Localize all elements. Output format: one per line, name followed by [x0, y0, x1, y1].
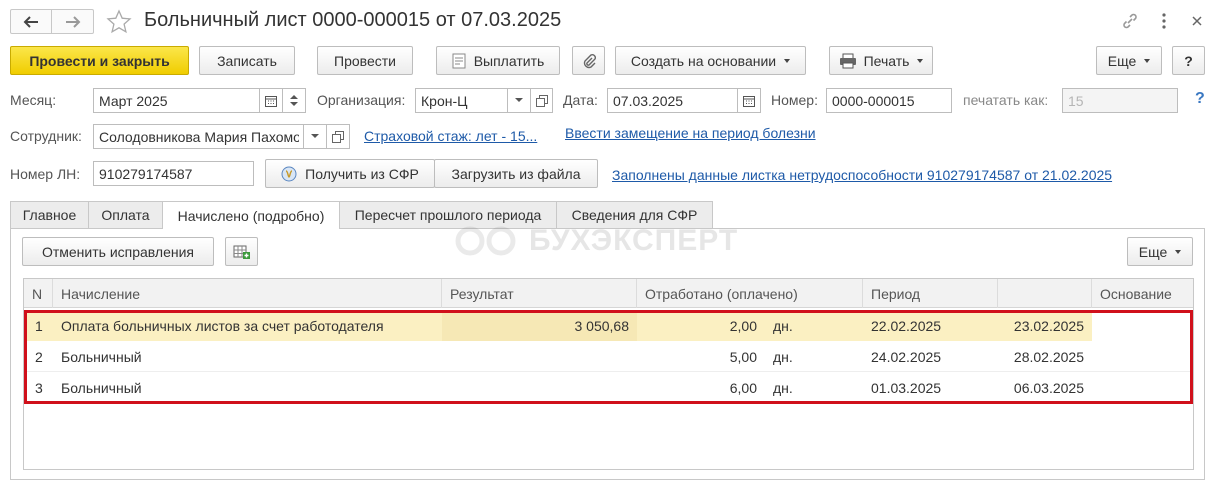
tab-main[interactable]: Главное [10, 201, 89, 228]
date-field[interactable]: 07.03.2025 [607, 88, 738, 113]
panel-more-button[interactable]: Еще [1127, 237, 1193, 266]
arrow-right-icon [65, 15, 80, 28]
post-button[interactable]: Провести [317, 46, 413, 75]
more-button[interactable]: Еще [1096, 46, 1162, 75]
row-2-n: 2 [35, 348, 43, 365]
sfr-emblem-icon [281, 166, 297, 181]
row-1-result: 3 050,68 [574, 317, 630, 334]
save-button[interactable]: Записать [199, 46, 295, 75]
organization-dropdown-button[interactable] [507, 88, 531, 113]
more-vertical-icon[interactable] [1160, 12, 1168, 30]
open-window-icon [535, 94, 548, 107]
watermark-logo-icon [455, 226, 516, 256]
substitute-link[interactable]: Ввести замещение на период болезни [565, 125, 816, 141]
arrow-left-icon [23, 15, 38, 28]
row-1-from: 22.02.2025 [871, 317, 942, 334]
create-based-on-button[interactable]: Создать на основании [615, 46, 806, 75]
number-label: Номер: [771, 92, 818, 108]
row-3-n: 3 [35, 379, 43, 396]
row-3-from: 01.03.2025 [871, 379, 942, 396]
employee-field[interactable]: Солодовникова Мария Пахомовна [93, 124, 304, 149]
ln-number-field[interactable]: 910279174587 [93, 161, 254, 186]
column-header-accrual[interactable]: Начисление [53, 279, 442, 308]
calendar-icon [265, 95, 277, 107]
row-1-n: 1 [35, 317, 43, 334]
row-1-worked: 2,00 [729, 317, 757, 334]
tab-payment[interactable]: Оплата [88, 201, 163, 228]
column-header-basis[interactable]: Основание [1092, 279, 1193, 308]
row-3-result [442, 373, 637, 402]
row-1-accrual: Оплата больничных листов за счет работод… [61, 317, 384, 334]
chevron-down-icon [311, 134, 319, 138]
paperclip-icon [583, 53, 596, 68]
chevron-down-icon [515, 98, 523, 102]
add-row-button[interactable] [225, 237, 258, 266]
row-2-from: 24.02.2025 [871, 348, 942, 365]
nav-back-forward [10, 9, 94, 34]
row-1-basis [1092, 311, 1100, 340]
row-basis-bg [1092, 310, 1193, 341]
number-field[interactable]: 0000-000015 [826, 88, 952, 113]
row-3-accrual: Больничный [61, 379, 142, 396]
print-button[interactable]: Печать [829, 46, 933, 75]
row-2-result [442, 342, 637, 371]
window-title: Больничный лист 0000-000015 от 07.03.202… [144, 9, 562, 31]
tab-accrued-detailed[interactable]: Начислено (подробно) [162, 201, 340, 229]
forward-button[interactable] [52, 10, 93, 33]
print-as-field: 15 [1062, 88, 1178, 113]
row-2-accrual: Больничный [61, 348, 142, 365]
calendar-icon [743, 95, 755, 107]
organization-label: Организация: [317, 92, 406, 108]
attach-button[interactable] [572, 46, 605, 75]
row-1-to: 23.02.2025 [1013, 317, 1084, 334]
column-header-n[interactable]: N [24, 279, 53, 308]
month-field[interactable]: Март 2025 [93, 88, 260, 113]
help-button[interactable]: ? [1172, 46, 1205, 75]
employee-open-button[interactable] [326, 124, 350, 149]
star-icon[interactable] [106, 9, 132, 35]
date-calendar-button[interactable] [737, 88, 761, 113]
table-add-icon [233, 245, 250, 259]
column-header-result[interactable]: Результат [442, 279, 637, 308]
printer-icon [839, 53, 856, 68]
ln-number-label: Номер ЛН: [10, 166, 81, 182]
get-from-sfr-button[interactable]: Получить из СФР [265, 159, 435, 188]
row-3-basis [1092, 373, 1100, 402]
row-2-to: 28.02.2025 [1013, 348, 1084, 365]
column-header-period[interactable]: Период [863, 279, 998, 308]
post-and-close-button[interactable]: Провести и закрыть [10, 46, 189, 75]
column-header-period-end[interactable] [998, 279, 1092, 308]
month-calendar-button[interactable] [259, 88, 283, 113]
date-label: Дата: [563, 92, 598, 108]
row-3-unit: дн. [773, 379, 793, 396]
month-label: Месяц: [10, 92, 57, 108]
column-header-worked[interactable]: Отработано (оплачено) [637, 279, 863, 308]
row-3-to: 06.03.2025 [1013, 379, 1084, 396]
organization-open-button[interactable] [530, 88, 553, 113]
link-icon[interactable] [1121, 12, 1139, 30]
filled-data-link[interactable]: Заполнены данные листка нетрудоспособнос… [612, 167, 1112, 183]
open-window-icon [332, 130, 344, 143]
print-as-label: печатать как: [963, 92, 1049, 108]
watermark: БУХЭКСПЕРТ [455, 224, 738, 258]
cancel-corrections-button[interactable]: Отменить исправления [22, 237, 214, 266]
employee-dropdown-button[interactable] [303, 124, 327, 149]
month-stepper[interactable] [282, 88, 306, 113]
insurance-experience-link[interactable]: Страховой стаж: лет - 15... [364, 128, 537, 144]
row-2-worked: 5,00 [729, 348, 757, 365]
row-2-unit: дн. [773, 348, 793, 365]
row-2-basis [1092, 342, 1100, 371]
help-question-icon[interactable]: ? [1195, 90, 1205, 108]
pay-button[interactable]: Выплатить [436, 46, 560, 75]
employee-label: Сотрудник: [10, 128, 82, 144]
back-button[interactable] [11, 10, 52, 33]
row-3-worked: 6,00 [729, 379, 757, 396]
close-icon[interactable] [1191, 15, 1203, 27]
load-from-file-button[interactable]: Загрузить из файла [434, 159, 598, 188]
organization-field[interactable]: Крон-Ц [415, 88, 508, 113]
document-icon [452, 53, 466, 68]
row-1-unit: дн. [773, 317, 793, 334]
chevron-down-icon [290, 102, 298, 106]
chevron-up-icon [290, 95, 298, 99]
